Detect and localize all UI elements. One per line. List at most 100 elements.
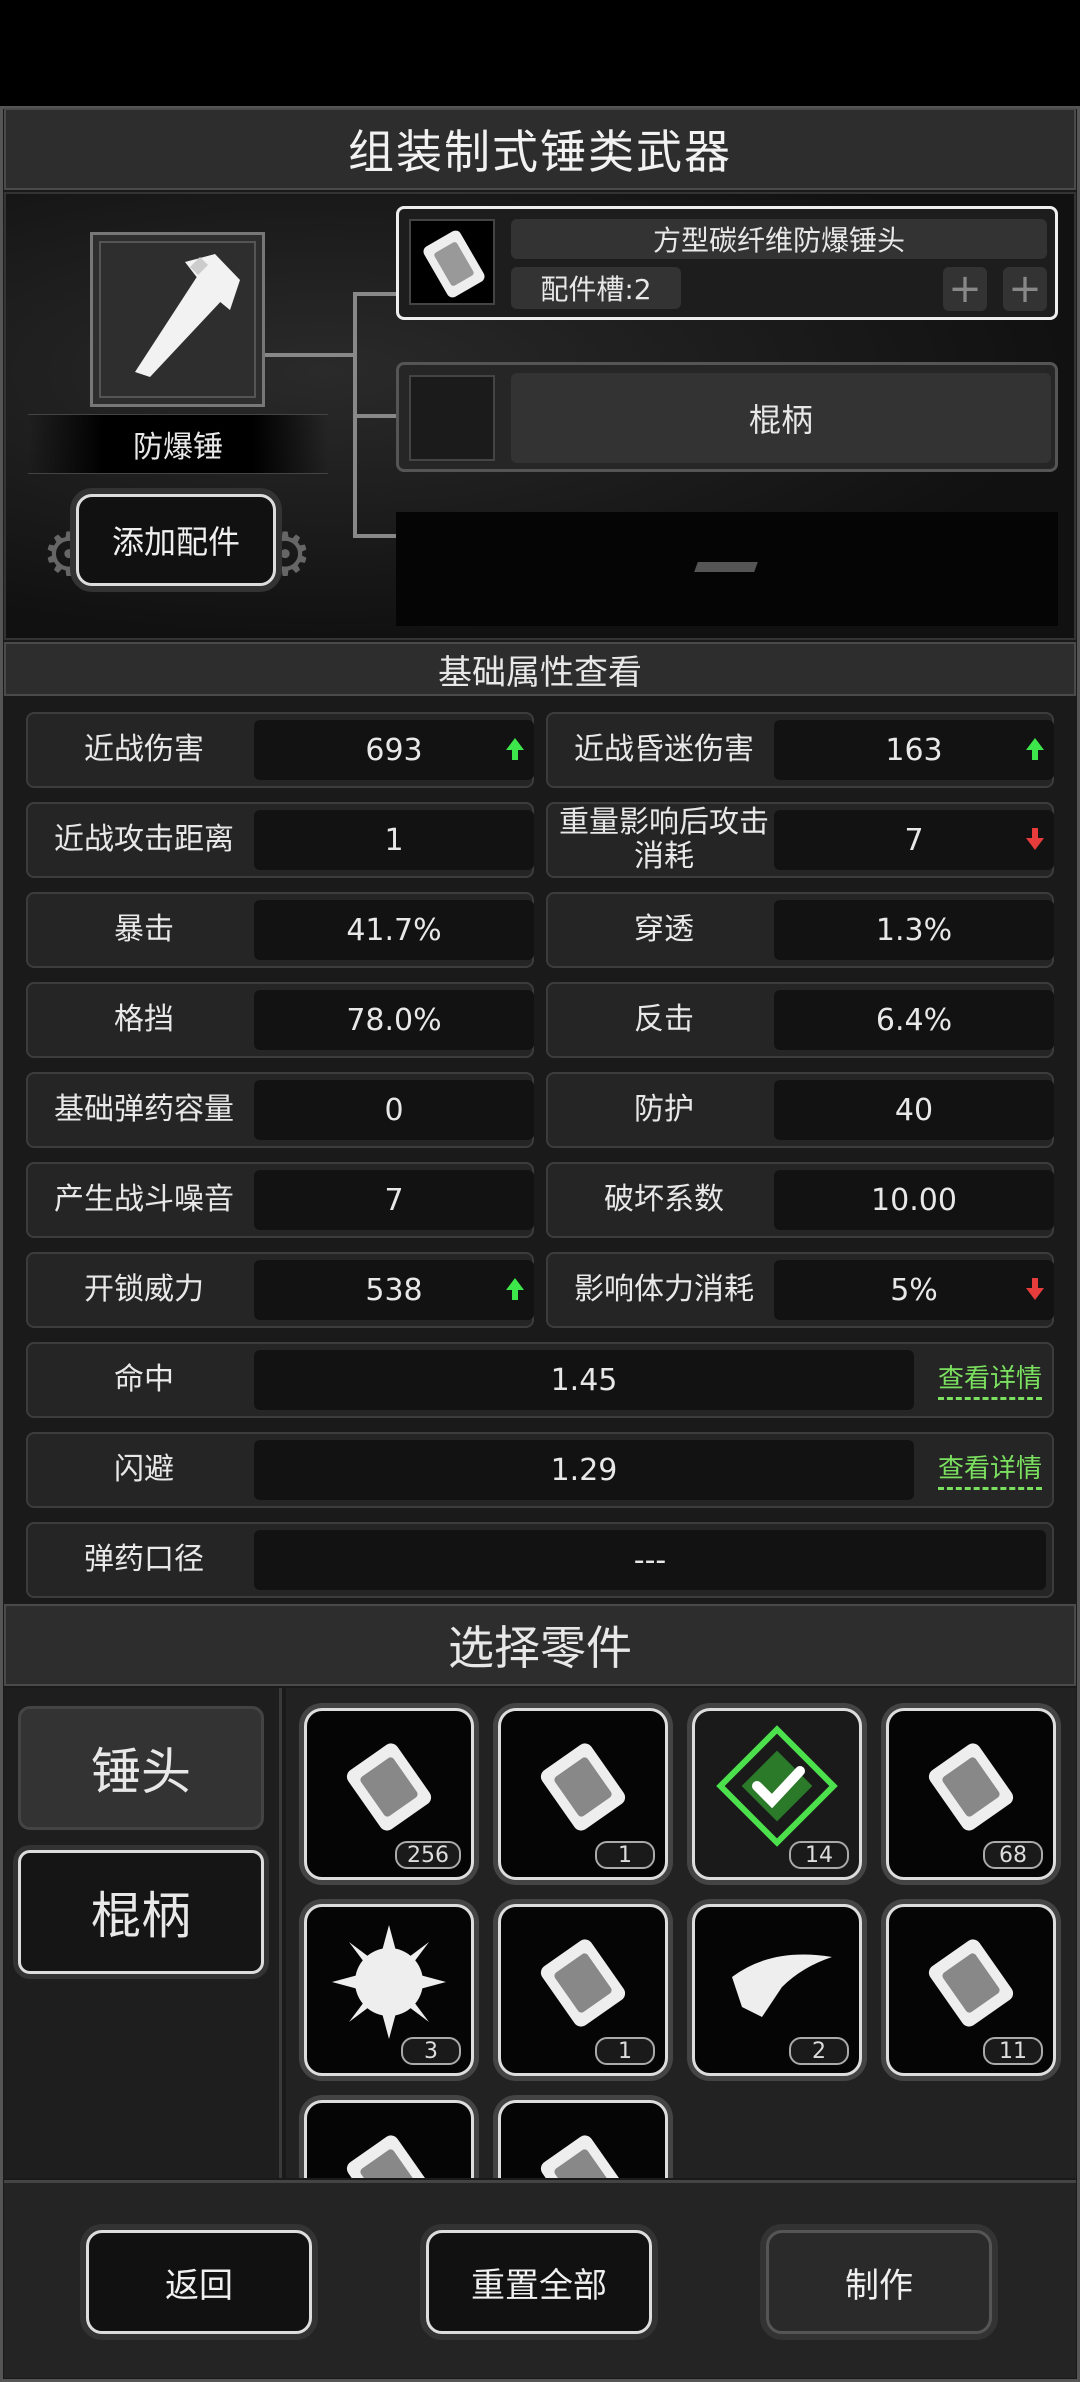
stat-value: 0: [254, 1080, 534, 1140]
stat-row: 近战攻击距离 1: [26, 802, 534, 878]
craft-button[interactable]: 制作: [766, 2230, 992, 2334]
part-item[interactable]: [304, 2100, 474, 2178]
stat-row: 防护 40: [546, 1072, 1054, 1148]
parts-grid: 256 1 14 68 3 1 2 11: [286, 1688, 1076, 2178]
connector-line: [265, 353, 355, 357]
stat-label: 开锁威力: [84, 1272, 204, 1307]
pick-head-icon: [695, 1907, 859, 2057]
part-item[interactable]: 2: [692, 1904, 862, 2076]
hammer-icon: [135, 254, 240, 377]
spiked-hammer-head-icon: [307, 1711, 471, 1861]
stat-value: 6.4%: [774, 990, 1054, 1050]
arrow-down-icon: [1026, 828, 1044, 850]
stat-label: 反击: [634, 1002, 694, 1037]
add-attachment-button[interactable]: +: [943, 267, 987, 311]
part-count-badge: 256: [395, 1841, 461, 1869]
tab-hammer-head[interactable]: 锤头: [18, 1706, 264, 1830]
stat-row: 影响体力消耗 5%: [546, 1252, 1054, 1328]
add-attachment-button[interactable]: +: [1003, 267, 1047, 311]
stat-value: 1.45: [254, 1350, 914, 1410]
stat-label: 穿透: [634, 912, 694, 947]
hammer-head-icon: [501, 1711, 665, 1861]
selected-check-icon: [695, 1711, 859, 1861]
stat-label: 暴击: [114, 912, 174, 947]
part-item[interactable]: 11: [886, 1904, 1056, 2076]
stat-label: 基础弹药容量: [54, 1092, 234, 1127]
stat-label: 破坏系数: [604, 1182, 724, 1217]
hammer-head-icon: [423, 230, 485, 298]
stat-value: 1: [254, 810, 534, 870]
tab-handle[interactable]: 棍柄: [18, 1850, 264, 1974]
parts-tabs: 锤头 棍柄: [4, 1688, 282, 2178]
spiked-mace-icon: [501, 2103, 665, 2178]
part-item[interactable]: 1: [498, 1708, 668, 1880]
stat-value: 1.29: [254, 1440, 914, 1500]
stat-value: 7: [254, 1170, 534, 1230]
add-part-button[interactable]: 添加配件: [76, 494, 276, 586]
empty-dash: [694, 562, 758, 572]
stat-row: 开锁威力 538: [26, 1252, 534, 1328]
part-item[interactable]: 3: [304, 1904, 474, 2076]
handle-name: 棍柄: [511, 373, 1051, 463]
stat-value: 78.0%: [254, 990, 534, 1050]
handle-slot[interactable]: 棍柄: [396, 362, 1058, 472]
stat-row: 重量影响后攻击消耗 7: [546, 802, 1054, 878]
stat-value: 40: [774, 1080, 1054, 1140]
part-item[interactable]: 14: [692, 1708, 862, 1880]
arrow-up-icon: [506, 738, 524, 760]
connector-line: [353, 414, 398, 418]
stat-value: ---: [254, 1530, 1046, 1590]
weapon-preview: [90, 232, 265, 407]
arrow-down-icon: [1026, 1278, 1044, 1300]
stat-row: 产生战斗噪音 7: [26, 1162, 534, 1238]
part-count-badge: 11: [983, 2037, 1043, 2065]
stat-value: 10.00: [774, 1170, 1054, 1230]
part-count-badge: 68: [983, 1841, 1043, 1869]
spiked-ball-icon: [307, 1907, 471, 2057]
view-details-link[interactable]: 查看详情: [938, 1358, 1043, 1400]
part-item[interactable]: 1: [498, 1904, 668, 2076]
stat-label: 近战伤害: [84, 732, 204, 767]
part-item[interactable]: [498, 2100, 668, 2178]
connector-line: [353, 292, 398, 296]
stat-row: 近战昏迷伤害 163: [546, 712, 1054, 788]
part-item[interactable]: 68: [886, 1708, 1056, 1880]
stat-value: 7: [774, 810, 1054, 870]
hammer-head-thumb: [409, 219, 495, 305]
hammer-head-name: 方型碳纤维防爆锤头: [511, 219, 1047, 259]
part-item[interactable]: 256: [304, 1708, 474, 1880]
part-count-badge: 3: [401, 2037, 461, 2065]
stat-row: 反击 6.4%: [546, 982, 1054, 1058]
stat-value: 41.7%: [254, 900, 534, 960]
page-title: 组装制式锤类武器: [4, 108, 1076, 190]
stat-value: 538: [254, 1260, 534, 1320]
part-count-badge: 1: [595, 1841, 655, 1869]
stat-row-dodge: 闪避 1.29 查看详情: [26, 1432, 1054, 1508]
stat-label: 产生战斗噪音: [54, 1182, 234, 1217]
stat-value: 1.3%: [774, 900, 1054, 960]
stat-label: 重量影响后攻击消耗: [559, 805, 769, 874]
stat-label: 近战攻击距离: [54, 822, 234, 857]
stat-value: 693: [254, 720, 534, 780]
attributes-header: 基础属性查看: [4, 642, 1076, 696]
stat-row: 暴击 41.7%: [26, 892, 534, 968]
status-bar: [0, 0, 1080, 106]
handle-thumb: [409, 375, 495, 461]
reset-all-button[interactable]: 重置全部: [426, 2230, 652, 2334]
view-details-link[interactable]: 查看详情: [938, 1448, 1043, 1490]
parts-header: 选择零件: [4, 1604, 1076, 1686]
back-button[interactable]: 返回: [86, 2230, 312, 2334]
stat-label: 闪避: [114, 1452, 174, 1487]
stat-label: 近战昏迷伤害: [574, 732, 754, 767]
stat-label: 防护: [634, 1092, 694, 1127]
studded-hammer-head-icon: [889, 1907, 1053, 2057]
stat-value: 163: [774, 720, 1054, 780]
stat-label: 影响体力消耗: [574, 1272, 754, 1307]
stat-row-caliber: 弹药口径 ---: [26, 1522, 1054, 1598]
stat-row: 格挡 78.0%: [26, 982, 534, 1058]
hammer-head-slot[interactable]: 方型碳纤维防爆锤头 配件槽:2 + +: [396, 206, 1058, 320]
part-count-badge: 1: [595, 2037, 655, 2065]
stat-label: 格挡: [114, 1002, 174, 1037]
stat-label: 弹药口径: [84, 1542, 204, 1577]
heavy-hammer-head-icon: [501, 1907, 665, 2057]
